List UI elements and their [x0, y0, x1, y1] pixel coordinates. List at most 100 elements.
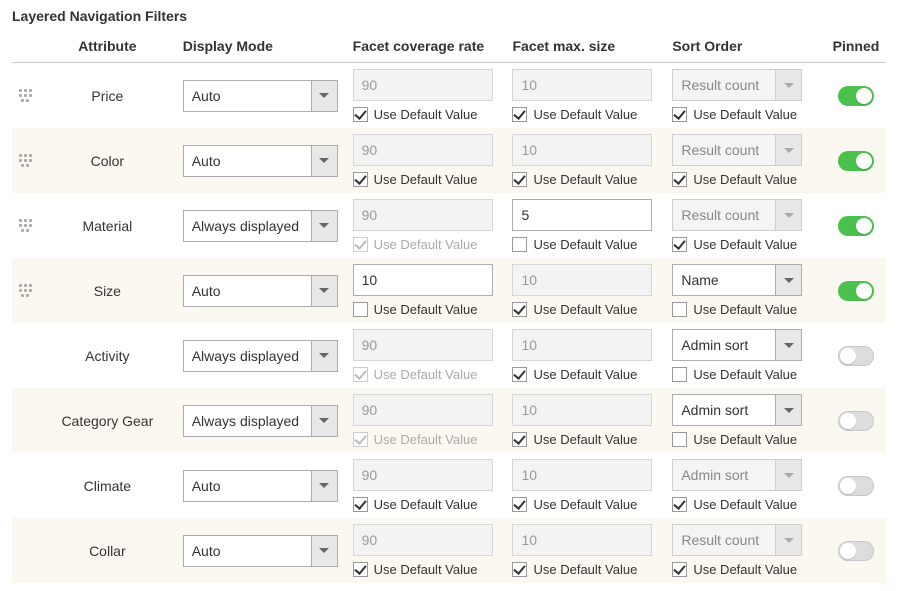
chevron-down-icon[interactable] — [311, 536, 337, 566]
display-mode-value: Auto — [184, 146, 311, 176]
coverage-use-default-checkbox[interactable] — [353, 497, 368, 512]
sort-use-default-checkbox[interactable] — [672, 172, 687, 187]
sort-use-default-checkbox[interactable] — [672, 432, 687, 447]
sort-use-default-checkbox[interactable] — [672, 107, 687, 122]
chevron-down-icon[interactable] — [311, 146, 337, 176]
maxsize-use-default-checkbox[interactable] — [512, 302, 527, 317]
chevron-down-icon[interactable] — [311, 341, 337, 371]
use-default-label: Use Default Value — [533, 172, 637, 187]
chevron-down-icon — [775, 200, 801, 230]
display-mode-value: Auto — [184, 81, 311, 111]
maxsize-use-default-checkbox[interactable] — [512, 172, 527, 187]
maxsize-input — [512, 524, 652, 556]
sort-order-select: Result count — [672, 524, 802, 556]
sort-order-select[interactable]: Admin sort — [672, 329, 802, 361]
attribute-label: Color — [38, 128, 177, 193]
chevron-down-icon[interactable] — [775, 265, 801, 295]
drag-handle-icon[interactable] — [18, 151, 32, 171]
sort-use-default-checkbox[interactable] — [672, 497, 687, 512]
display-mode-select[interactable]: Auto — [183, 80, 338, 112]
chevron-down-icon[interactable] — [311, 81, 337, 111]
display-mode-select[interactable]: Auto — [183, 145, 338, 177]
chevron-down-icon[interactable] — [311, 406, 337, 436]
drag-handle-icon[interactable] — [18, 86, 32, 106]
header-display-mode: Display Mode — [177, 30, 347, 63]
coverage-use-default-checkbox[interactable] — [353, 107, 368, 122]
header-pinned: Pinned — [826, 30, 886, 63]
coverage-use-default-checkbox[interactable] — [353, 172, 368, 187]
maxsize-use-default-checkbox[interactable] — [512, 432, 527, 447]
sort-order-value: Result count — [673, 70, 775, 100]
use-default-label: Use Default Value — [374, 172, 478, 187]
sort-use-default-checkbox[interactable] — [672, 562, 687, 577]
drag-handle-icon[interactable] — [18, 216, 32, 236]
maxsize-use-default-checkbox[interactable] — [512, 107, 527, 122]
chevron-down-icon[interactable] — [775, 330, 801, 360]
display-mode-select[interactable]: Auto — [183, 470, 338, 502]
sort-use-default-checkbox[interactable] — [672, 367, 687, 382]
sort-use-default-checkbox[interactable] — [672, 302, 687, 317]
coverage-use-default-checkbox[interactable] — [353, 562, 368, 577]
use-default-label: Use Default Value — [374, 497, 478, 512]
use-default-label: Use Default Value — [693, 302, 797, 317]
display-mode-select[interactable]: Always displayed — [183, 405, 338, 437]
sort-order-select[interactable]: Admin sort — [672, 394, 802, 426]
use-default-label: Use Default Value — [693, 562, 797, 577]
pinned-toggle[interactable] — [838, 281, 874, 301]
maxsize-use-default-checkbox[interactable] — [512, 367, 527, 382]
coverage-input — [353, 459, 493, 491]
pinned-toggle[interactable] — [838, 216, 874, 236]
table-row: Category GearAlways displayedUse Default… — [12, 388, 886, 453]
pinned-toggle[interactable] — [838, 151, 874, 171]
display-mode-value: Auto — [184, 471, 311, 501]
chevron-down-icon[interactable] — [311, 211, 337, 241]
use-default-label: Use Default Value — [374, 562, 478, 577]
pinned-toggle[interactable] — [838, 476, 874, 496]
coverage-input[interactable] — [353, 264, 493, 296]
chevron-down-icon — [775, 135, 801, 165]
maxsize-use-default-checkbox[interactable] — [512, 237, 527, 252]
pinned-toggle[interactable] — [838, 411, 874, 431]
chevron-down-icon[interactable] — [775, 395, 801, 425]
use-default-label: Use Default Value — [533, 432, 637, 447]
display-mode-select[interactable]: Auto — [183, 535, 338, 567]
sort-use-default-checkbox[interactable] — [672, 237, 687, 252]
sort-order-select[interactable]: Name — [672, 264, 802, 296]
pinned-toggle[interactable] — [838, 86, 874, 106]
table-row: ColorAuto Use Default Value Use Default Va… — [12, 128, 886, 193]
pinned-toggle[interactable] — [838, 541, 874, 561]
coverage-use-default-checkbox — [353, 237, 368, 252]
chevron-down-icon[interactable] — [311, 276, 337, 306]
chevron-down-icon[interactable] — [311, 471, 337, 501]
display-mode-select[interactable]: Auto — [183, 275, 338, 307]
use-default-label: Use Default Value — [693, 497, 797, 512]
coverage-use-default-checkbox[interactable] — [353, 302, 368, 317]
table-row: MaterialAlways displayed Use Default Valu… — [12, 193, 886, 258]
maxsize-use-default-checkbox[interactable] — [512, 562, 527, 577]
maxsize-use-default-checkbox[interactable] — [512, 497, 527, 512]
use-default-label: Use Default Value — [374, 302, 478, 317]
drag-handle-icon[interactable] — [18, 281, 32, 301]
attribute-label: Climate — [38, 453, 177, 518]
sort-order-value: Admin sort — [673, 395, 775, 425]
pinned-toggle[interactable] — [838, 346, 874, 366]
attribute-label: Material — [38, 193, 177, 258]
maxsize-input — [512, 394, 652, 426]
display-mode-select[interactable]: Always displayed — [183, 210, 338, 242]
sort-order-value: Name — [673, 265, 775, 295]
maxsize-input[interactable] — [512, 199, 652, 231]
sort-order-value: Admin sort — [673, 330, 775, 360]
display-mode-value: Always displayed — [184, 341, 311, 371]
display-mode-select[interactable]: Always displayed — [183, 340, 338, 372]
use-default-label: Use Default Value — [374, 237, 478, 252]
attribute-label: Size — [38, 258, 177, 323]
use-default-label: Use Default Value — [693, 237, 797, 252]
sort-order-value: Result count — [673, 525, 775, 555]
attribute-label: Price — [38, 63, 177, 129]
sort-order-value: Result count — [673, 135, 775, 165]
display-mode-value: Auto — [184, 536, 311, 566]
coverage-input — [353, 134, 493, 166]
filters-table: Attribute Display Mode Facet coverage ra… — [12, 30, 886, 583]
use-default-label: Use Default Value — [533, 497, 637, 512]
display-mode-value: Always displayed — [184, 211, 311, 241]
